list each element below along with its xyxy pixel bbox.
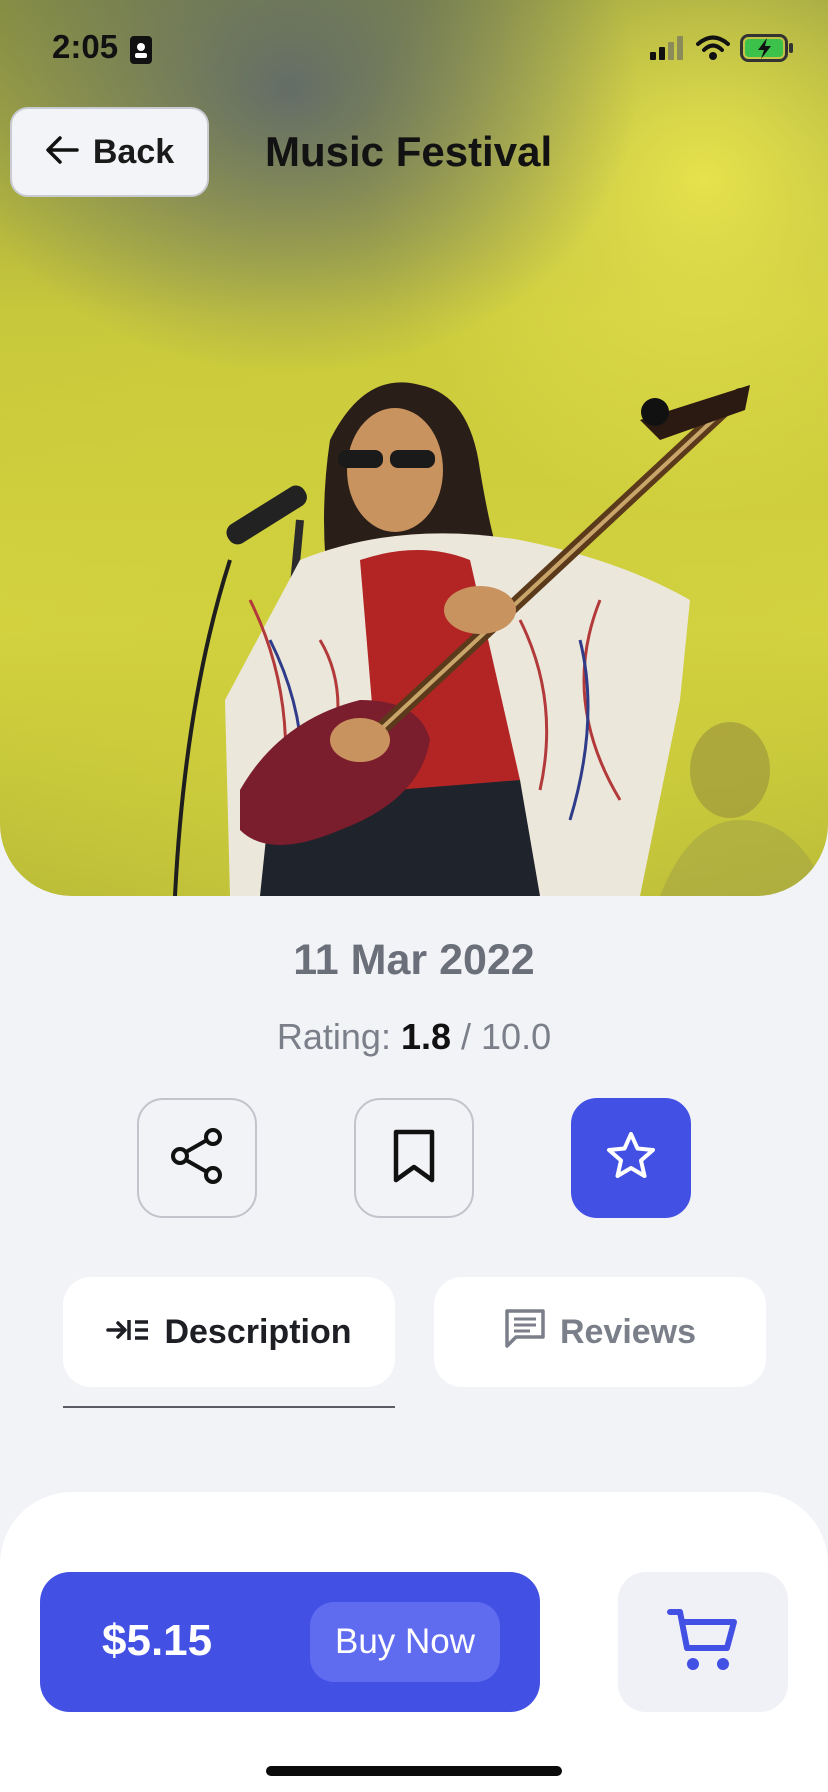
star-icon	[604, 1130, 658, 1187]
cellular-signal-icon	[650, 36, 686, 65]
wifi-icon	[696, 35, 730, 66]
id-card-icon	[130, 36, 152, 69]
message-icon	[504, 1308, 546, 1357]
buy-now-button[interactable]: Buy Now	[310, 1602, 500, 1682]
rating-value: 1.8	[400, 1016, 452, 1057]
rating: Rating: 1.8 / 10.0	[0, 1016, 828, 1058]
active-tab-indicator	[63, 1406, 395, 1408]
battery-charging-icon	[740, 34, 794, 67]
cart-icon	[667, 1606, 739, 1679]
bookmark-button[interactable]	[354, 1098, 474, 1218]
back-button[interactable]: Back	[10, 107, 209, 197]
favorite-button[interactable]	[571, 1098, 691, 1218]
back-button-label: Back	[92, 132, 175, 171]
home-indicator	[266, 1766, 562, 1776]
share-button[interactable]	[137, 1098, 257, 1218]
event-date: 11 Mar 2022	[293, 936, 535, 984]
status-time: 2:05	[52, 28, 119, 65]
price: $5.15	[102, 1616, 213, 1665]
rating-prefix: Rating:	[276, 1016, 391, 1057]
tab-reviews[interactable]: Reviews	[434, 1277, 766, 1387]
purchase-panel: $5.15 Buy Now	[40, 1572, 540, 1712]
arrow-left-icon	[45, 135, 79, 170]
tab-description[interactable]: Description	[63, 1277, 395, 1387]
add-to-cart-button[interactable]	[618, 1572, 788, 1712]
rating-suffix: / 10.0	[461, 1016, 552, 1057]
tab-description-label: Description	[164, 1312, 352, 1351]
indent-list-icon	[106, 1313, 150, 1352]
status-bar: 2:05	[0, 0, 828, 100]
share-icon	[169, 1127, 225, 1190]
page-title: Music Festival	[265, 128, 553, 175]
tab-reviews-label: Reviews	[559, 1312, 697, 1351]
bookmark-icon	[392, 1129, 436, 1188]
